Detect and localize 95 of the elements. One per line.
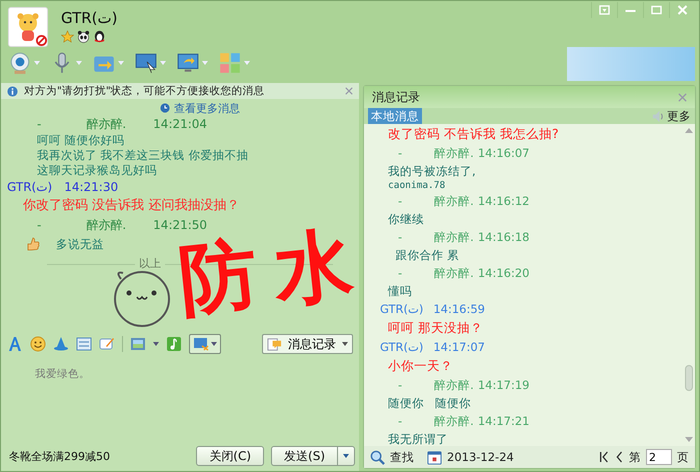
message-text: caonima.78 <box>388 180 446 191</box>
screenshot-button[interactable] <box>189 334 221 354</box>
message-time: 14:21:30 <box>64 180 118 194</box>
penguin-icon[interactable] <box>93 30 106 43</box>
caret-icon[interactable] <box>153 342 159 346</box>
message-time: 14:16:20 <box>478 266 530 280</box>
sender-name: GTR(ت) <box>7 180 52 194</box>
caret-icon <box>343 454 349 458</box>
message-text: 跟你合作 累 <box>394 248 459 262</box>
sender-name: 醉亦醉. <box>434 414 474 428</box>
message-time: 14:17:19 <box>478 378 530 392</box>
message-text: 你改了密码 没告诉我 还问我抽没抽？ <box>23 198 240 213</box>
more-messages-link[interactable]: 查看更多消息 <box>174 100 240 116</box>
close-icon[interactable] <box>345 87 353 95</box>
list-icon[interactable] <box>76 336 92 352</box>
previous-page-icon[interactable] <box>614 451 624 463</box>
message-text: 懂吗 <box>388 284 412 298</box>
panda-icon[interactable] <box>77 30 90 43</box>
sender-name: GTR(ت) <box>380 302 424 316</box>
close-button[interactable]: 关闭(C) <box>196 446 264 466</box>
page-number-field[interactable]: 2 <box>646 449 672 465</box>
music-icon[interactable] <box>166 336 182 352</box>
smiley-icon[interactable] <box>30 336 46 352</box>
message-text: 呵呵 随便你好吗 <box>37 133 125 147</box>
screenshot-icon <box>193 336 209 352</box>
dash-text: - <box>398 230 402 244</box>
send-options-button[interactable] <box>338 446 355 466</box>
message-text: 这聊天记录猴岛见好吗 <box>37 163 157 177</box>
sender-name: 醉亦醉. <box>434 230 474 244</box>
sender-name: 醉亦醉. <box>434 146 474 160</box>
message-text: 我无所谓了 <box>388 432 448 446</box>
chat-bubble-icon <box>267 336 282 352</box>
dash-text: - <box>398 146 402 160</box>
message-time: 14:16:18 <box>478 230 530 244</box>
webcam-icon[interactable] <box>8 51 32 75</box>
thumbs-up-icon <box>25 236 41 252</box>
search-link[interactable]: 查找 <box>390 450 414 464</box>
close-icon[interactable] <box>678 92 687 102</box>
message-text: 你继续 <box>388 212 424 226</box>
message-time: 14:17:21 <box>478 414 530 428</box>
dash-text: - <box>398 194 402 208</box>
message-time: 14:21:04 <box>153 117 208 131</box>
dash-text: - <box>37 218 42 232</box>
message-text: 改了密码 不告诉我 我怎么抽? <box>388 126 559 141</box>
message-text: 我再次说了 我不差这三块钱 你爱抽不抽 <box>37 148 248 162</box>
clock-icon[interactable] <box>160 103 170 113</box>
more-link[interactable]: 更多 <box>667 108 691 124</box>
image-icon[interactable] <box>130 336 146 352</box>
promo-link[interactable]: 冬靴全场满299减50 <box>9 448 110 464</box>
date-text[interactable]: 2013-12-24 <box>447 450 514 464</box>
panel-title: 消息记录 <box>372 88 420 106</box>
calendar-icon[interactable] <box>427 450 442 464</box>
message-history-button[interactable]: 消息记录 <box>262 334 353 354</box>
history-divider-text: 以上 <box>135 257 165 271</box>
dash-text: - <box>398 378 402 392</box>
message-time: 14:17:07 <box>433 340 485 354</box>
first-page-icon[interactable] <box>599 451 609 463</box>
page-prefix-text: 第 <box>629 450 641 464</box>
sender-name: 醉亦醉. <box>434 378 474 392</box>
dash-text: - <box>398 266 402 280</box>
scrollbar-thumb[interactable] <box>685 365 693 391</box>
message-time: 14:16:07 <box>478 146 530 160</box>
sender-name: GTR(ت) <box>380 340 424 354</box>
notice-text: 对方为"请勿打扰"状态，可能不方便接收您的消息 <box>24 84 265 98</box>
sender-name: 醉亦醉. <box>86 216 126 234</box>
scroll-down-icon[interactable] <box>685 437 693 442</box>
scroll-up-icon[interactable] <box>685 128 693 133</box>
dash-text: - <box>398 414 402 428</box>
contact-name: GTR(ت) <box>61 8 118 27</box>
message-text: 小你一天？ <box>388 358 453 373</box>
avatar[interactable] <box>8 7 48 47</box>
speaker-icon[interactable] <box>652 110 665 122</box>
star-icon[interactable] <box>61 30 74 43</box>
ad-banner-placeholder[interactable] <box>567 47 695 81</box>
message-time: 14:16:12 <box>478 194 530 208</box>
sender-name: 醉亦醉. <box>86 116 126 132</box>
message-time: 14:16:59 <box>433 302 485 316</box>
sender-name: 醉亦醉. <box>434 194 474 208</box>
remote-desktop-icon[interactable] <box>134 51 158 75</box>
message-text: 我的号被冻结了, <box>388 164 476 178</box>
caret-icon <box>211 342 217 346</box>
caret-icon <box>342 342 348 346</box>
sender-name: 醉亦醉. <box>434 266 474 280</box>
page-suffix-text: 页 <box>677 450 689 464</box>
message-text: 呵呵 那天没抽？ <box>388 320 483 335</box>
dash-text: - <box>37 117 42 131</box>
message-text: 随便你 随便你 <box>388 396 471 410</box>
message-text: 多说无益 <box>56 236 104 252</box>
send-button[interactable]: 发送(S) <box>271 446 338 466</box>
apps-grid-icon[interactable] <box>218 51 242 75</box>
search-icon[interactable] <box>370 450 385 464</box>
note-icon[interactable] <box>99 336 115 352</box>
message-time: 14:21:50 <box>153 218 208 232</box>
info-icon <box>7 86 18 96</box>
font-icon[interactable] <box>7 336 23 352</box>
